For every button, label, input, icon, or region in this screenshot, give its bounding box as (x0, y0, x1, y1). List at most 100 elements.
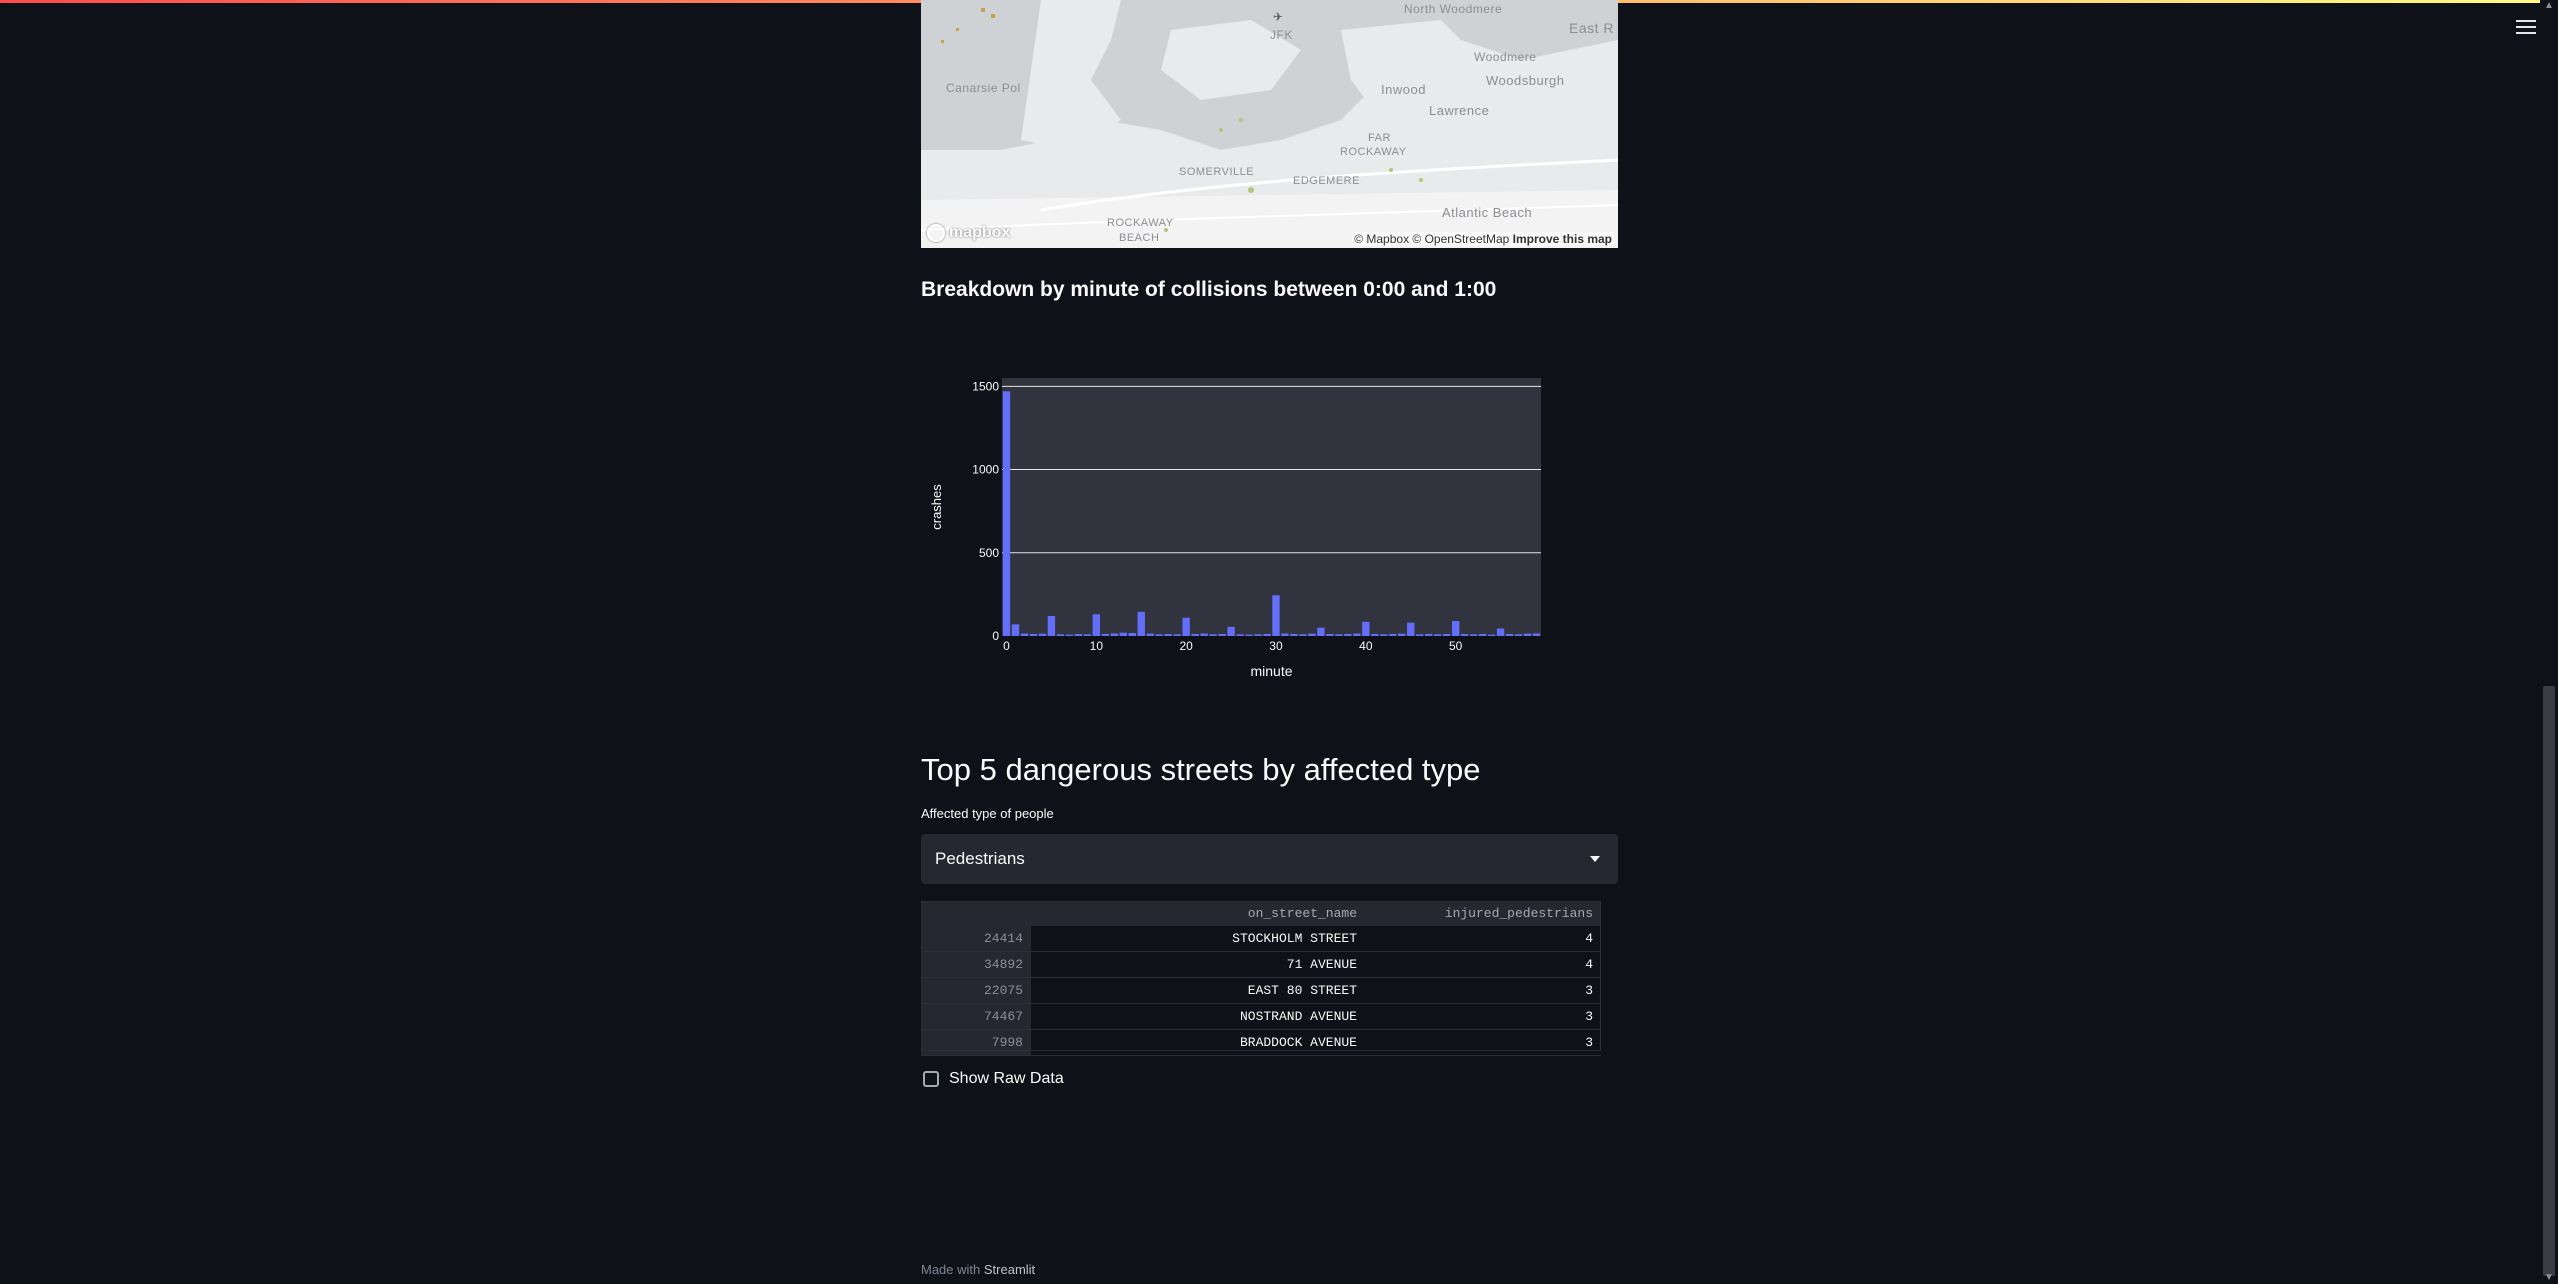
scroll-up-arrow-icon[interactable]: ▲ (2544, 1, 2554, 11)
map-attribution: © Mapbox © OpenStreetMap Improve this ma… (1352, 232, 1614, 246)
bar-minute-54 (1487, 634, 1496, 636)
x-tick-label: 50 (1449, 639, 1463, 653)
bar-minute-6 (1056, 634, 1065, 636)
map-label-atlantic-beach: Atlantic Beach (1442, 205, 1533, 220)
airport-icon: ✈ (1273, 10, 1284, 24)
table-cell-street: STOCKHOLM STREET (1232, 931, 1357, 946)
bar-minute-7 (1065, 634, 1074, 636)
table-cell-street: EAST 80 STREET (1247, 983, 1357, 998)
table-row-index: 74467 (921, 1004, 1031, 1029)
bar-minute-58 (1523, 633, 1532, 636)
bar-minute-45 (1407, 622, 1415, 636)
table-header-street[interactable]: on_street_name (1031, 901, 1365, 926)
map-label-somerville: SOMERVILLE (1179, 166, 1255, 178)
show-raw-data-label: Show Raw Data (949, 1070, 1064, 1087)
bar-minute-1 (1011, 624, 1020, 636)
bar-minute-31 (1281, 633, 1289, 636)
bar-minute-13 (1119, 632, 1127, 636)
bar-minute-18 (1164, 634, 1172, 636)
bar-minute-5 (1047, 616, 1056, 636)
affected-type-select[interactable]: Pedestrians (921, 834, 1618, 884)
streets-table: on_street_name injured_pedestrians 24414… (921, 901, 1601, 1056)
bar-minute-48 (1434, 634, 1442, 636)
bar-minute-19 (1173, 634, 1181, 636)
bar-minute-3 (1029, 634, 1038, 636)
bar-minute-30 (1272, 595, 1280, 636)
bar-minute-2 (1020, 633, 1029, 636)
bar-minute-53 (1478, 634, 1487, 636)
map-label-edgemere: EDGEMERE (1293, 175, 1360, 187)
streamlit-link[interactable]: Streamlit (984, 1262, 1035, 1277)
bar-minute-9 (1083, 634, 1092, 636)
table-row: 7998 BRADDOCK AVENUE 3 (921, 1030, 1601, 1056)
map-view[interactable]: North Woodmere East R JFK ✈ Woodmere Woo… (921, 0, 1618, 248)
bar-minute-52 (1469, 634, 1478, 636)
x-tick-label: 0 (1003, 639, 1010, 653)
table-cell-injured: 3 (1585, 1035, 1593, 1050)
bar-minute-25 (1227, 626, 1235, 636)
table-cell-street: BRADDOCK AVENUE (1239, 1035, 1357, 1050)
streets-section-title: Top 5 dangerous streets by affected type (921, 752, 1481, 787)
table-cell-street: 71 AVENUE (1286, 957, 1357, 972)
y-axis-label: crashes (929, 484, 944, 530)
map-label-beach: BEACH (1119, 232, 1160, 244)
scrollbar-thumb[interactable] (2543, 686, 2555, 1276)
checkbox-box[interactable] (923, 1071, 939, 1087)
bar-minute-49 (1442, 634, 1451, 636)
scroll-down-arrow-icon[interactable]: ▼ (2544, 1273, 2554, 1283)
bar-minute-37 (1335, 634, 1343, 636)
table-header-index (921, 901, 1031, 926)
chart-svg: 0 500 1000 1500 0 10 20 30 40 50 minute crashes (929, 378, 1541, 679)
hamburger-menu-icon[interactable] (2516, 20, 2536, 36)
minute-bar-chart[interactable]: 0 500 1000 1500 0 10 20 30 40 50 minute crashes (921, 360, 1621, 690)
map-label-woodmere: Woodmere (1474, 50, 1537, 64)
map-label-inwood: Inwood (1381, 82, 1426, 97)
table-header-injured[interactable]: injured_pedestrians (1365, 901, 1601, 926)
bar-minute-41 (1371, 634, 1379, 636)
bar-minute-27 (1245, 634, 1253, 636)
x-tick-label: 30 (1269, 639, 1283, 653)
map-label-woodsburgh: Woodsburgh (1486, 73, 1565, 88)
bar-minute-29 (1263, 634, 1271, 636)
bar-minute-12 (1110, 633, 1118, 636)
x-tick-label: 40 (1359, 639, 1373, 653)
table-cell-injured: 3 (1585, 1009, 1593, 1024)
table-row: 34892 71 AVENUE 4 (921, 952, 1601, 978)
improve-map-link[interactable]: Improve this map (1513, 232, 1612, 246)
y-tick-label: 0 (992, 629, 999, 643)
table-row-index: 22075 (921, 978, 1031, 1003)
table-row-index: 24414 (921, 926, 1031, 951)
affected-type-select-value: Pedestrians (935, 849, 1025, 868)
table-cell-injured: 4 (1585, 957, 1593, 972)
scrollbar[interactable]: ▲ ▼ (2540, 0, 2558, 1284)
y-tick-label: 1000 (972, 463, 999, 477)
map-label-jfk: JFK (1270, 28, 1293, 42)
mapbox-logo-icon (927, 224, 945, 242)
bar-minute-24 (1218, 634, 1226, 636)
bar-minute-16 (1146, 633, 1154, 636)
y-tick-label: 500 (979, 546, 999, 560)
bar-minute-39 (1353, 633, 1361, 636)
affected-type-label: Affected type of people (921, 806, 1054, 821)
table-cell-injured: 4 (1585, 931, 1593, 946)
bar-minute-15 (1137, 611, 1145, 636)
x-axis-label: minute (1250, 663, 1292, 679)
bar-minute-0 (1002, 391, 1011, 636)
bar-minute-42 (1380, 634, 1388, 636)
footer: Made with Streamlit (921, 1262, 1035, 1277)
bar-minute-40 (1362, 621, 1370, 636)
table-row: 24414 STOCKHOLM STREET 4 (921, 926, 1601, 952)
map-attribution-text[interactable]: © Mapbox © OpenStreetMap (1354, 232, 1509, 246)
bar-minute-36 (1326, 634, 1334, 636)
bar-minute-14 (1128, 633, 1136, 636)
bar-minute-20 (1182, 617, 1190, 636)
bar-minute-10 (1092, 614, 1101, 636)
y-tick-label: 1500 (972, 379, 999, 393)
bar-minute-17 (1155, 634, 1163, 636)
table-header-row: on_street_name injured_pedestrians (921, 901, 1601, 926)
bar-minute-34 (1308, 633, 1316, 636)
mapbox-logo[interactable]: mapbox (927, 224, 1010, 242)
show-raw-data-checkbox[interactable]: Show Raw Data (923, 1070, 1064, 1088)
map-label-north-woodmere: North Woodmere (1404, 2, 1503, 16)
bar-minute-22 (1200, 633, 1208, 636)
